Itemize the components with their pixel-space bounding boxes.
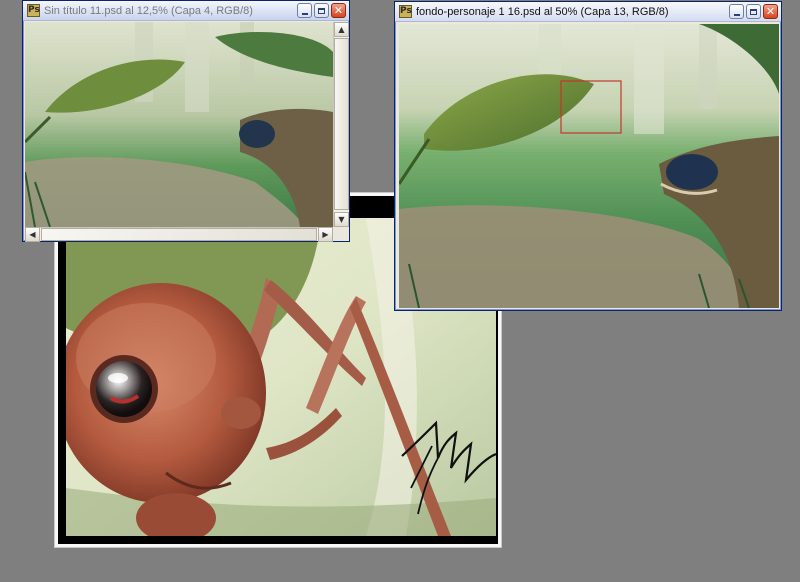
close-button[interactable]: ✕ [331, 3, 346, 18]
forest-scene-thumbnail [25, 22, 333, 227]
title-bar[interactable]: Ps Sin título 11.psd al 12,5% (Capa 4, R… [23, 1, 349, 21]
resize-grip[interactable] [333, 227, 349, 241]
vertical-scroll-thumb[interactable] [334, 38, 349, 210]
horizontal-scrollbar[interactable]: ◀ ▶ [25, 227, 333, 242]
close-icon: ✕ [333, 4, 344, 17]
scroll-left-button[interactable]: ◀ [25, 227, 40, 242]
vertical-scrollbar[interactable]: ▲ ▼ [333, 22, 349, 227]
close-icon: ✕ [765, 5, 776, 18]
close-button[interactable]: ✕ [763, 4, 778, 19]
minimize-icon [733, 13, 740, 16]
window-title: Sin título 11.psd al 12,5% (Capa 4, RGB/… [44, 4, 253, 17]
maximize-icon [750, 8, 757, 15]
window-title: fondo-personaje 1 16.psd al 50% (Capa 13… [416, 5, 669, 18]
photoshop-document-icon: Ps [27, 4, 40, 17]
document-window-fondo-personaje[interactable]: Ps fondo-personaje 1 16.psd al 50% (Capa… [394, 1, 782, 311]
photoshop-document-icon: Ps [399, 5, 412, 18]
maximize-button[interactable] [746, 4, 761, 19]
horizontal-scroll-thumb[interactable] [41, 228, 317, 241]
maximize-button[interactable] [314, 3, 329, 18]
minimize-button[interactable] [297, 3, 312, 18]
title-bar[interactable]: Ps fondo-personaje 1 16.psd al 50% (Capa… [395, 2, 781, 22]
maximize-icon [318, 7, 325, 14]
forest-scene-illustration [399, 24, 779, 308]
scroll-down-button[interactable]: ▼ [334, 212, 349, 227]
minimize-icon [301, 12, 308, 15]
document-canvas[interactable] [399, 24, 779, 308]
minimize-button[interactable] [729, 4, 744, 19]
scroll-up-button[interactable]: ▲ [334, 22, 349, 37]
document-canvas[interactable] [25, 22, 333, 227]
scroll-right-button[interactable]: ▶ [318, 227, 333, 242]
document-window-sin-titulo[interactable]: Ps Sin título 11.psd al 12,5% (Capa 4, R… [22, 0, 350, 242]
